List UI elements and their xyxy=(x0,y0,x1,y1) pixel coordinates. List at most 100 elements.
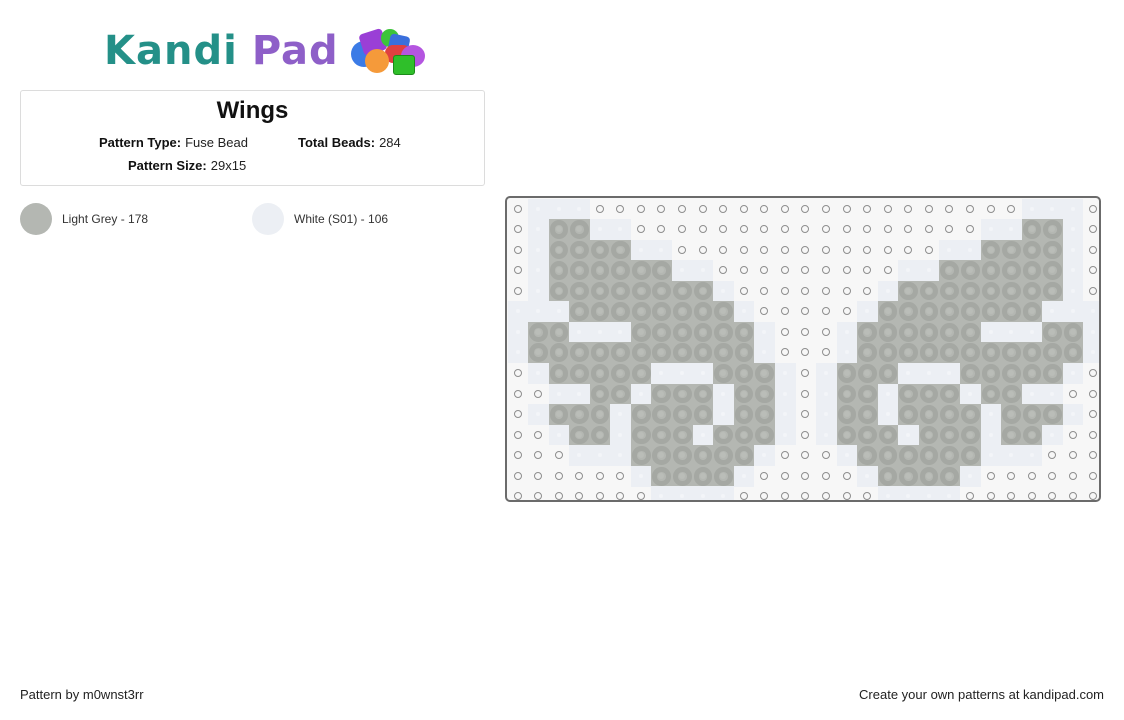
bead-white xyxy=(877,486,899,500)
total-beads-value: 284 xyxy=(379,135,401,150)
empty-peg xyxy=(754,301,775,322)
kandipad-logo[interactable]: Kandi Pad xyxy=(104,26,427,76)
empty-peg xyxy=(816,260,837,281)
empty-peg xyxy=(795,342,816,363)
bead-light-grey xyxy=(630,445,652,466)
empty-peg xyxy=(631,486,652,500)
bead-light-grey xyxy=(836,383,858,405)
bead-light-grey xyxy=(548,363,570,384)
bead-light-grey xyxy=(1021,404,1043,425)
bead-light-grey xyxy=(610,383,631,405)
bead-white xyxy=(610,219,631,240)
bead-light-grey xyxy=(1042,363,1063,384)
bead-white xyxy=(1001,445,1022,466)
bead-light-grey xyxy=(1021,260,1043,281)
empty-peg xyxy=(734,199,755,220)
bead-white xyxy=(672,363,693,384)
empty-peg xyxy=(713,199,734,220)
empty-peg xyxy=(754,240,775,261)
bead-white xyxy=(692,260,714,281)
bead-light-grey xyxy=(918,445,940,466)
bead-white xyxy=(898,260,919,281)
bead-white xyxy=(733,465,755,487)
bead-light-grey xyxy=(692,404,714,425)
empty-peg xyxy=(1001,486,1022,500)
bead-light-grey xyxy=(1001,342,1022,364)
empty-peg xyxy=(775,466,796,487)
bead-white xyxy=(569,445,590,466)
bead-white xyxy=(1062,198,1084,220)
legend-label: White (S01) - 106 xyxy=(294,212,389,226)
bead-light-grey xyxy=(713,321,734,343)
bead-light-grey xyxy=(589,404,611,425)
bead-light-grey xyxy=(1021,239,1043,261)
empty-peg xyxy=(1063,384,1084,405)
bead-light-grey xyxy=(651,404,673,425)
bead-white xyxy=(816,363,837,384)
bead-light-grey xyxy=(918,280,940,302)
bead-light-grey xyxy=(960,363,981,384)
bead-white xyxy=(774,424,796,446)
empty-peg xyxy=(795,384,816,405)
empty-peg xyxy=(898,219,919,240)
bead-light-grey xyxy=(918,424,940,446)
bead-white xyxy=(960,465,981,487)
bead-light-grey xyxy=(939,404,961,425)
bead-light-grey xyxy=(877,342,899,364)
empty-peg xyxy=(837,486,858,500)
empty-peg xyxy=(816,486,837,500)
bead-light-grey xyxy=(589,301,611,322)
bead-light-grey xyxy=(651,342,673,364)
bead-light-grey xyxy=(980,301,1002,322)
empty-peg xyxy=(919,199,940,220)
bead-white xyxy=(692,363,714,384)
bead-light-grey xyxy=(630,363,652,384)
empty-peg xyxy=(837,301,858,322)
bead-white xyxy=(857,301,878,322)
bead-light-grey xyxy=(630,342,652,364)
empty-peg xyxy=(528,425,549,446)
bead-light-grey xyxy=(939,383,961,405)
empty-peg xyxy=(960,199,981,220)
empty-peg xyxy=(631,219,652,240)
bead-white xyxy=(1062,260,1084,281)
empty-peg xyxy=(1083,384,1099,405)
bead-light-grey xyxy=(672,404,693,425)
bead-white xyxy=(610,404,631,425)
bead-white xyxy=(507,321,529,343)
empty-peg xyxy=(795,445,816,466)
bead-white xyxy=(548,301,570,322)
bead-light-grey xyxy=(918,321,940,343)
bead-white xyxy=(548,383,570,405)
bead-light-grey xyxy=(713,342,734,364)
empty-peg xyxy=(1083,260,1099,281)
bead-light-grey xyxy=(877,321,899,343)
bead-light-grey xyxy=(1062,321,1084,343)
bead-light-grey xyxy=(960,280,981,302)
bead-light-grey xyxy=(672,342,693,364)
empty-peg xyxy=(1083,466,1099,487)
empty-peg xyxy=(878,219,899,240)
pattern-type-value: Fuse Bead xyxy=(185,135,248,150)
bead-white xyxy=(898,486,919,500)
empty-peg xyxy=(693,219,714,240)
empty-peg xyxy=(816,240,837,261)
bead-light-grey xyxy=(733,424,755,446)
bead-white xyxy=(836,321,858,343)
bead-light-grey xyxy=(1001,301,1022,322)
bead-light-grey xyxy=(589,383,611,405)
empty-peg xyxy=(508,384,529,405)
bead-white xyxy=(980,404,1002,425)
bead-light-grey xyxy=(733,363,755,384)
bead-white xyxy=(1083,342,1099,364)
kandipad-link[interactable]: Create your own patterns at kandipad.com xyxy=(859,687,1104,702)
bead-white xyxy=(836,342,858,364)
bead-white xyxy=(754,321,775,343)
logo-text-kandi: Kandi xyxy=(104,28,238,74)
bead-light-grey xyxy=(651,424,673,446)
bead-white xyxy=(713,383,734,405)
bead-white xyxy=(1042,424,1063,446)
empty-peg xyxy=(775,281,796,302)
empty-peg xyxy=(981,466,1002,487)
empty-peg xyxy=(734,240,755,261)
